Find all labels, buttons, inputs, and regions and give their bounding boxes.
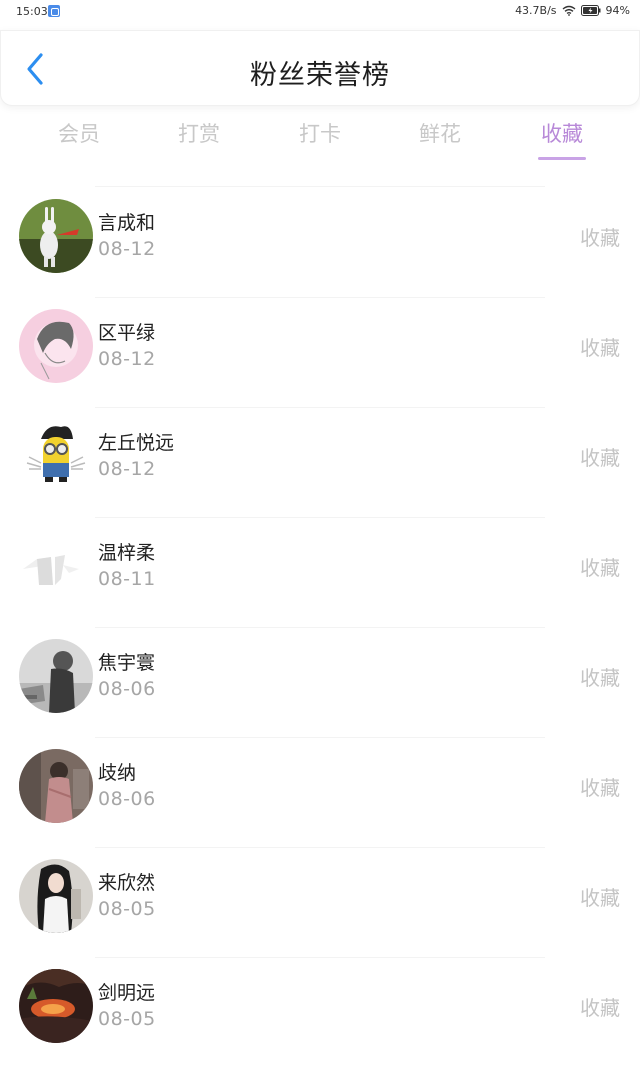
battery-icon bbox=[580, 5, 601, 16]
fan-name: 左丘悦远 bbox=[98, 432, 175, 454]
tab-flowers[interactable]: 鲜花 bbox=[390, 118, 490, 148]
avatar[interactable] bbox=[19, 419, 93, 493]
fan-name: 歧纳 bbox=[98, 762, 137, 784]
fan-name: 温梓柔 bbox=[98, 542, 156, 564]
fan-date: 08-05 bbox=[98, 898, 156, 920]
action-label: 收藏 bbox=[580, 666, 620, 690]
avatar[interactable] bbox=[19, 749, 93, 823]
fan-name: 区平绿 bbox=[98, 322, 156, 344]
action-label: 收藏 bbox=[580, 776, 620, 800]
status-time: 15:03 bbox=[16, 5, 48, 18]
avatar[interactable] bbox=[19, 529, 93, 603]
fan-date: 08-12 bbox=[98, 238, 156, 260]
divider bbox=[95, 186, 545, 187]
action-label: 收藏 bbox=[580, 226, 620, 250]
notification-app-icon bbox=[48, 5, 60, 17]
fan-date: 08-05 bbox=[98, 1008, 156, 1030]
fan-date: 08-12 bbox=[98, 348, 156, 370]
tab-favorites[interactable]: 收藏 bbox=[512, 118, 612, 148]
avatar[interactable] bbox=[19, 199, 93, 273]
fan-row[interactable]: 歧纳 08-06 收藏 bbox=[0, 738, 640, 848]
fan-row[interactable]: 左丘悦远 08-12 收藏 bbox=[0, 408, 640, 518]
fan-name: 言成和 bbox=[98, 212, 156, 234]
fan-row[interactable]: 言成和 08-12 收藏 bbox=[0, 188, 640, 298]
tab-rewards[interactable]: 打赏 bbox=[149, 118, 249, 148]
avatar[interactable] bbox=[19, 859, 93, 933]
fan-row[interactable]: 焦宇寰 08-06 收藏 bbox=[0, 628, 640, 738]
tab-checkin[interactable]: 打卡 bbox=[270, 118, 370, 148]
action-label: 收藏 bbox=[580, 886, 620, 910]
fan-row[interactable]: 剑明远 08-05 收藏 bbox=[0, 958, 640, 1067]
status-bar: 15:03 43.7B/s 94% bbox=[0, 0, 640, 24]
fan-date: 08-11 bbox=[98, 568, 156, 590]
fan-row[interactable]: 温梓柔 08-11 收藏 bbox=[0, 518, 640, 628]
fan-date: 08-12 bbox=[98, 458, 156, 480]
fan-name: 来欣然 bbox=[98, 872, 156, 894]
avatar[interactable] bbox=[19, 969, 93, 1043]
fan-name: 焦宇寰 bbox=[98, 652, 156, 674]
action-label: 收藏 bbox=[580, 446, 620, 470]
avatar[interactable] bbox=[19, 639, 93, 713]
fan-date: 08-06 bbox=[98, 678, 156, 700]
fan-row[interactable]: 区平绿 08-12 收藏 bbox=[0, 298, 640, 408]
status-indicators: 43.7B/s 94% bbox=[515, 4, 630, 17]
active-tab-indicator bbox=[538, 157, 586, 160]
action-label: 收藏 bbox=[580, 556, 620, 580]
top-navigation-bar: 粉丝荣誉榜 bbox=[0, 30, 640, 106]
fan-row[interactable]: 来欣然 08-05 收藏 bbox=[0, 848, 640, 958]
battery-level: 94% bbox=[605, 4, 630, 17]
wifi-icon bbox=[562, 5, 576, 16]
action-label: 收藏 bbox=[580, 336, 620, 360]
fan-name: 剑明远 bbox=[98, 982, 156, 1004]
avatar[interactable] bbox=[19, 309, 93, 383]
tab-members[interactable]: 会员 bbox=[29, 118, 129, 148]
page-title: 粉丝荣誉榜 bbox=[250, 60, 390, 91]
action-label: 收藏 bbox=[580, 996, 620, 1020]
network-speed: 43.7B/s bbox=[515, 4, 557, 17]
fan-date: 08-06 bbox=[98, 788, 156, 810]
